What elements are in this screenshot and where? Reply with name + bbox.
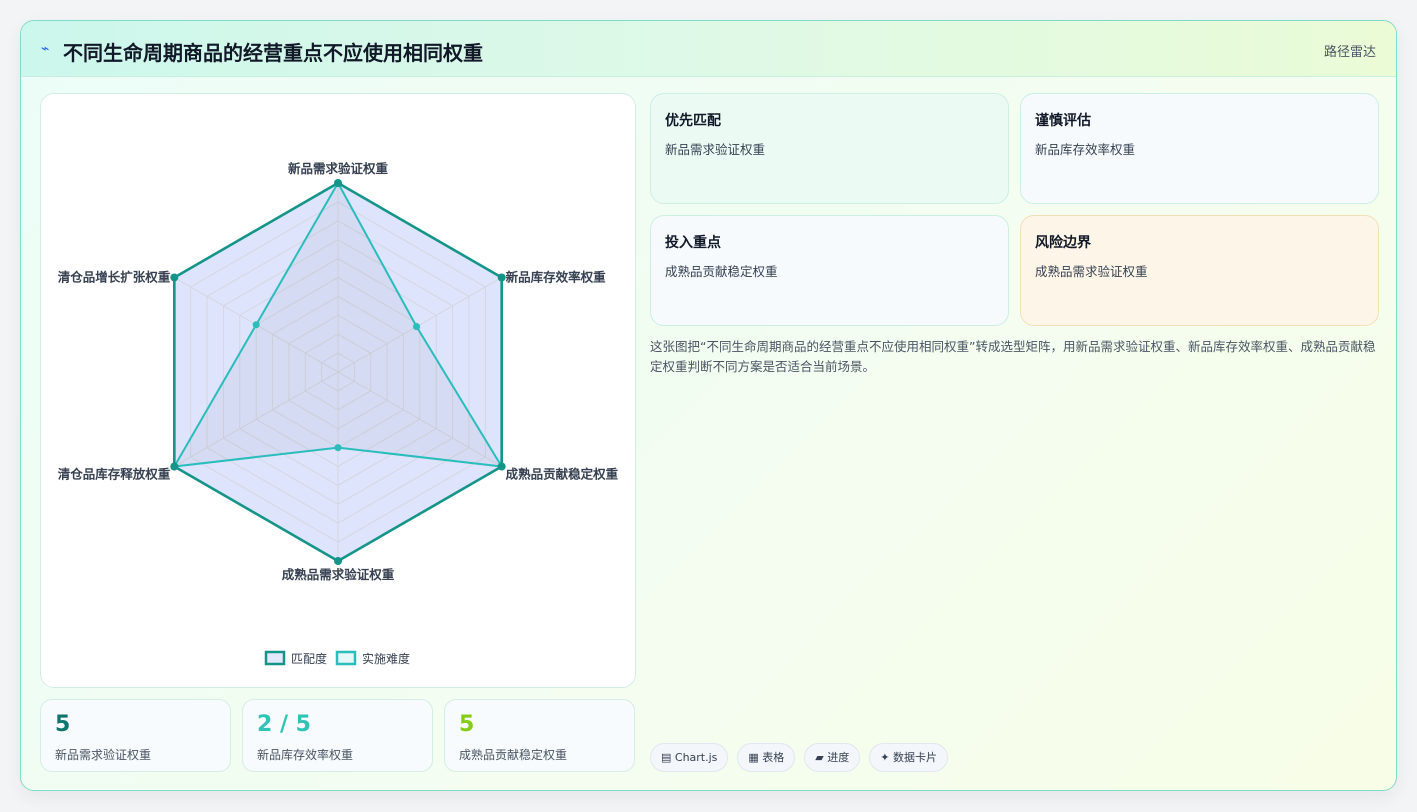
pulse-icon: ⌁ <box>41 41 50 57</box>
point-difficulty <box>334 444 342 452</box>
tile-title: 谨慎评估 <box>1035 113 1091 129</box>
axis-label: 新品库存效率权重 <box>506 270 607 285</box>
point-match <box>497 273 506 282</box>
header-bar: ⌁ 不同生命周期商品的经营重点不应使用相同权重 路径雷达 <box>21 21 1396 77</box>
page-title: 不同生命周期商品的经营重点不应使用相同权重 <box>63 41 483 65</box>
chip-chartjs[interactable]: ▤ Chart.js <box>650 743 729 772</box>
legend-label: 实施难度 <box>362 651 410 666</box>
point-match <box>170 462 179 471</box>
legend-label: 匹配度 <box>291 651 327 666</box>
chip-data-card[interactable]: ✦ 数据卡片 <box>869 743 948 772</box>
legend-swatch <box>335 650 357 666</box>
tile-title: 优先匹配 <box>665 113 721 129</box>
axis-label: 清仓品增长扩张权重 <box>58 270 171 285</box>
point-match <box>334 557 342 565</box>
tile-subtitle: 新品库存效率权重 <box>1035 142 1136 157</box>
stat-label: 成熟品贡献稳定权重 <box>459 748 568 762</box>
axis-label: 成熟品需求验证权重 <box>282 567 395 582</box>
stat-value: 5 <box>459 712 475 737</box>
description-text: 这张图把“不同生命周期商品的经营重点不应使用相同权重”转成选型矩阵，用新品需求验… <box>650 339 1376 374</box>
stat-card-1: 5 新品需求验证权重 <box>40 699 231 772</box>
chip-table[interactable]: ▦ 表格 <box>737 743 796 772</box>
point-difficulty <box>413 323 421 331</box>
stat-label: 新品需求验证权重 <box>55 748 152 762</box>
tile-subtitle: 新品需求验证权重 <box>665 142 766 157</box>
tile-subtitle: 成熟品需求验证权重 <box>1035 264 1148 279</box>
feature-chips: ▤ Chart.js ▦ 表格 ▰ 进度 ✦ 数据卡片 <box>650 743 948 772</box>
point-match <box>170 273 179 282</box>
stat-card-3: 5 成熟品贡献稳定权重 <box>444 699 635 772</box>
axis-label: 清仓品库存释放权重 <box>58 467 171 482</box>
tile-title: 风险边界 <box>1035 235 1091 251</box>
radar-chart: 新品需求验证权重新品库存效率权重成熟品贡献稳定权重成熟品需求验证权重 清仓品库存释… <box>58 161 619 666</box>
tile-subtitle: 成熟品贡献稳定权重 <box>665 264 778 279</box>
axis-label: 新品需求验证权重 <box>288 161 389 176</box>
stat-value: 2 / 5 <box>257 712 311 737</box>
point-difficulty <box>252 321 260 329</box>
stat-card-2: 2 / 5 新品库存效率权重 <box>242 699 433 772</box>
tile-priority-match: 优先匹配 新品需求验证权重 <box>650 93 1009 204</box>
tile-careful-eval: 谨慎评估 新品库存效率权重 <box>1020 93 1379 204</box>
chart-type-tag: 路径雷达 <box>1323 45 1376 60</box>
tile-risk-boundary: 风险边界 成熟品需求验证权重 <box>1020 215 1379 326</box>
chip-progress[interactable]: ▰ 进度 <box>804 743 861 772</box>
stat-label: 新品库存效率权重 <box>257 748 354 762</box>
legend-swatch <box>264 650 286 666</box>
tile-title: 投入重点 <box>665 235 721 251</box>
point-match <box>334 179 342 187</box>
axis-label: 成熟品贡献稳定权重 <box>506 467 619 482</box>
stat-value: 5 <box>55 712 71 737</box>
point-match <box>497 462 506 471</box>
main-card: ⌁ 不同生命周期商品的经营重点不应使用相同权重 路径雷达 新品需求验证权重新品库… <box>20 20 1397 791</box>
tile-investment-focus: 投入重点 成熟品贡献稳定权重 <box>650 215 1009 326</box>
radar-chart-panel: 新品需求验证权重新品库存效率权重 成熟品贡献稳定权重成熟品需求验证权重 清仓品库存释… <box>40 93 636 688</box>
